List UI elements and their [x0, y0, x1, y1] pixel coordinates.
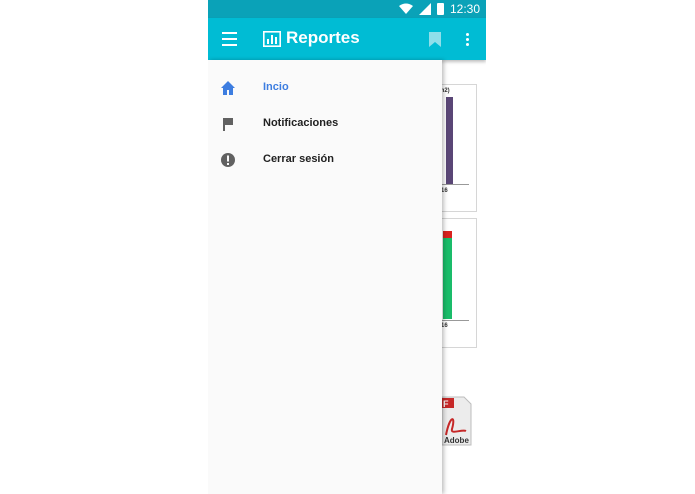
app-title: Reportes — [286, 28, 360, 47]
flag-icon — [223, 118, 233, 131]
app-bar: Reportes — [208, 18, 486, 60]
drawer-item-inicio[interactable]: Incio — [208, 72, 442, 104]
drawer-item-label: Notificaciones — [263, 117, 339, 129]
drawer-item-notificaciones[interactable]: Notificaciones — [208, 108, 442, 140]
more-options-icon[interactable] — [466, 33, 470, 47]
alert-circle-icon — [221, 153, 235, 167]
chart-axis — [441, 320, 469, 321]
bar-chart-icon — [263, 31, 281, 47]
drawer-item-label: Cerrar sesión — [263, 153, 334, 165]
drawer-item-cerrar-sesion[interactable]: Cerrar sesión — [208, 144, 442, 176]
wifi-icon — [398, 3, 413, 14]
chart-axis — [441, 184, 469, 185]
phone-screen: m2) 16 16 F Adobe 12:30 Reportes Incio N… — [208, 0, 486, 494]
status-bar: 12:30 — [208, 0, 486, 18]
drawer-item-label: Incio — [263, 81, 289, 93]
chart-tick-label: 16 — [441, 188, 448, 194]
pdf-label: Adobe — [444, 436, 469, 445]
hamburger-menu-icon[interactable] — [222, 32, 237, 46]
navigation-drawer: Incio Notificaciones Cerrar sesión — [208, 60, 442, 494]
chart-bar — [446, 97, 453, 184]
cell-signal-icon — [418, 3, 431, 15]
status-time: 12:30 — [449, 2, 480, 16]
battery-icon — [436, 3, 444, 15]
pdf-letter: F — [443, 399, 449, 409]
bookmark-icon[interactable] — [429, 32, 441, 47]
home-icon — [221, 81, 235, 95]
chart-bar-green — [443, 238, 452, 319]
chart-bar-red — [443, 231, 452, 238]
pdf-icon[interactable]: F Adobe — [438, 395, 472, 449]
chart-tick-label: 16 — [441, 323, 448, 329]
